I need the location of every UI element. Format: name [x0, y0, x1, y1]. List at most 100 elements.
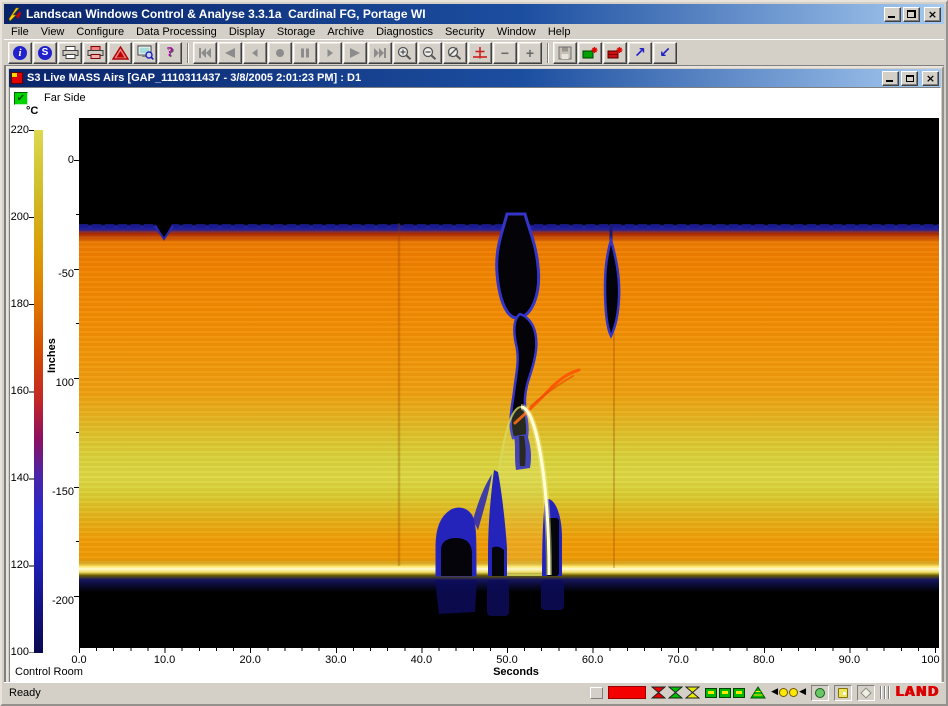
y-tick-label: -50: [48, 268, 74, 280]
help-icon: ?: [167, 45, 174, 61]
skip-end-button[interactable]: [368, 42, 392, 64]
restore-button[interactable]: [903, 7, 920, 22]
print-button[interactable]: [58, 42, 82, 64]
thermal-plot[interactable]: [79, 118, 939, 648]
conveyor-segment-icon[interactable]: [719, 688, 731, 698]
control-room-label: Control Room: [15, 666, 83, 678]
toolbar: i S: [4, 39, 944, 65]
x-axis-minor-ticks: [79, 648, 936, 651]
save-button[interactable]: [553, 42, 577, 64]
child-minimize-button[interactable]: [882, 71, 899, 86]
colorbar-tick-label: 180: [9, 298, 29, 310]
print-alarm-button[interactable]: [83, 42, 107, 64]
stack-triangle-green-icon[interactable]: [750, 686, 766, 699]
menu-help[interactable]: Help: [543, 25, 576, 39]
skip-start-button[interactable]: [193, 42, 217, 64]
menu-configure[interactable]: Configure: [71, 25, 129, 39]
thermal-viewer: ✔ Far Side °C 220 200 180 160 140 120 10…: [9, 87, 941, 683]
zoom-in-button[interactable]: [393, 42, 417, 64]
zoom-out-icon: [422, 46, 438, 60]
left-arrow-icon: ◀: [771, 688, 778, 697]
status-square-yellow-icon[interactable]: [834, 685, 852, 701]
app-title: Landscan Windows Control & Analyse 3.3.1…: [26, 7, 884, 21]
minimize-button[interactable]: [884, 7, 901, 22]
screen-search-button[interactable]: [133, 42, 157, 64]
arrow-up-right-button[interactable]: ↗: [628, 42, 652, 64]
menu-window[interactable]: Window: [492, 25, 541, 39]
child-close-button[interactable]: ×: [922, 71, 939, 86]
colorbar-ticks: [29, 130, 34, 653]
record-button[interactable]: [268, 42, 292, 64]
pause-button[interactable]: [293, 42, 317, 64]
hopper-green-icon[interactable]: [668, 686, 683, 699]
mdi-client: S3 Live MASS Airs [GAP_1110311437 - 3/8/…: [4, 65, 944, 682]
menu-view[interactable]: View: [36, 25, 70, 39]
maximize-icon: [906, 75, 914, 82]
menu-display[interactable]: Display: [224, 25, 270, 39]
alarm-bar-red-icon[interactable]: [608, 686, 646, 699]
capture-red-icon: [607, 46, 623, 60]
alarm-triangle-icon: [112, 46, 129, 60]
menu-file[interactable]: File: [6, 25, 34, 39]
y-tick-label: -150: [48, 486, 74, 498]
hopper-yellow-icon[interactable]: [685, 686, 700, 699]
x-tick-label: 20.0: [239, 654, 260, 666]
step-forward-button[interactable]: [318, 42, 342, 64]
screen-search-icon: [137, 45, 154, 60]
child-window-title: S3 Live MASS Airs [GAP_1110311437 - 3/8/…: [27, 72, 882, 84]
arrow-down-left-button[interactable]: ↙: [653, 42, 677, 64]
print-icon: [62, 46, 79, 59]
roller-indicator-icon[interactable]: ◀ ◀: [771, 688, 806, 697]
close-button[interactable]: ×: [924, 7, 941, 22]
rewind-button[interactable]: [218, 42, 242, 64]
x-axis-label: Seconds: [493, 666, 539, 678]
arrow-up-right-icon: ↗: [634, 46, 646, 60]
fast-forward-button[interactable]: [343, 42, 367, 64]
step-back-icon: [248, 47, 262, 59]
zoom-out-button[interactable]: [418, 42, 442, 64]
hopper-red-icon[interactable]: [651, 686, 666, 699]
menu-security[interactable]: Security: [440, 25, 490, 39]
menu-storage[interactable]: Storage: [272, 25, 321, 39]
menu-diagnostics[interactable]: Diagnostics: [371, 25, 438, 39]
close-icon: ×: [926, 73, 935, 84]
capture-green-icon: [582, 46, 598, 60]
capture-green-button[interactable]: [578, 42, 602, 64]
zoom-reset-icon: [447, 46, 463, 60]
far-side-checkbox[interactable]: ✔: [14, 92, 28, 105]
fast-forward-icon: [348, 47, 362, 59]
far-side-label: Far Side: [44, 92, 86, 104]
help-button[interactable]: ?: [158, 42, 182, 64]
zoom-reset-button[interactable]: [443, 42, 467, 64]
x-tick-label: 0.0: [71, 654, 86, 666]
system-button[interactable]: S: [33, 42, 57, 64]
crosshair-button[interactable]: [468, 42, 492, 64]
child-maximize-button[interactable]: [901, 71, 918, 86]
alarm-triangle-button[interactable]: [108, 42, 132, 64]
record-icon: [273, 47, 287, 59]
decrease-button[interactable]: −: [493, 42, 517, 64]
main-titlebar: Landscan Windows Control & Analyse 3.3.1…: [4, 4, 944, 24]
menu-archive[interactable]: Archive: [322, 25, 369, 39]
menu-data-processing[interactable]: Data Processing: [131, 25, 222, 39]
colorbar-tick-label: 200: [9, 211, 29, 223]
minimize-icon: [886, 80, 893, 82]
x-tick-label: 50.0: [496, 654, 517, 666]
print-alarm-icon: [87, 46, 104, 59]
conveyor-segment-icon[interactable]: [733, 688, 745, 698]
save-disk-icon: [558, 46, 572, 60]
arrow-down-left-icon: ↙: [659, 46, 671, 60]
colorbar-tick-label: 220: [9, 124, 29, 136]
child-window: S3 Live MASS Airs [GAP_1110311437 - 3/8/…: [6, 66, 944, 686]
capture-red-button[interactable]: [603, 42, 627, 64]
skip-end-icon: [373, 47, 387, 59]
plus-icon: +: [526, 46, 534, 60]
status-diamond-white-icon[interactable]: [857, 685, 875, 701]
status-tray: ◀ ◀ LAND: [590, 685, 939, 701]
step-back-button[interactable]: [243, 42, 267, 64]
conveyor-segment-icon[interactable]: [705, 688, 717, 698]
status-circle-green-icon[interactable]: [811, 685, 829, 701]
increase-button[interactable]: +: [518, 42, 542, 64]
info-button[interactable]: i: [8, 42, 32, 64]
system-icon: S: [38, 46, 52, 60]
